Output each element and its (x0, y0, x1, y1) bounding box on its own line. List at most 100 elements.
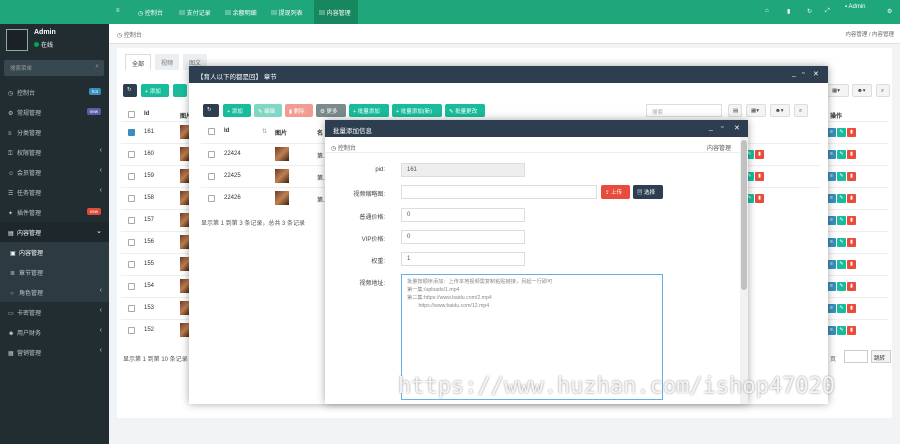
w2-home-link[interactable]: ◷ 控制台 (331, 143, 356, 152)
topnav-dashboard[interactable]: ◷ 控制台 (134, 0, 169, 24)
sidebar-search-input[interactable]: 搜索菜单 ⌕ (4, 60, 104, 76)
row-checkbox[interactable] (128, 173, 135, 180)
tab-home[interactable]: ◷ 控制台 (117, 30, 142, 39)
page-number-input[interactable] (844, 350, 868, 363)
topnav-balance[interactable]: ▤ 余额明细 (221, 0, 263, 24)
sidebar-item-6[interactable]: ✦ 插件管理 new (0, 202, 109, 222)
upload-button[interactable]: ⇪ 上传 (601, 185, 630, 199)
w1-view-toggle[interactable]: ▤ (728, 104, 742, 117)
w1-col-id[interactable]: Id (224, 128, 229, 134)
choose-button[interactable]: ▤ 选择 (633, 185, 663, 199)
sidebar-item-4[interactable]: ☺ 会员管理 ‹ (0, 162, 109, 182)
list-icon[interactable]: ≡ (827, 304, 836, 313)
fullscreen-icon[interactable]: ⤢ (825, 0, 830, 24)
tab-all[interactable]: 全部 (125, 54, 151, 70)
sidebar-item-1[interactable]: ⚙ 常规管理 new (0, 102, 109, 122)
topnav-withdraw[interactable]: ▤ 提现列表 (267, 0, 309, 24)
sidebar-item-5[interactable]: ☰ 任务管理 ‹ (0, 182, 109, 202)
w1-refresh-button[interactable]: ↻ (203, 104, 219, 117)
normal-price-input[interactable]: 0 (401, 208, 525, 222)
add-button[interactable]: + 添加 (141, 84, 169, 97)
list-icon[interactable]: ≡ (827, 128, 836, 137)
row-checkbox[interactable] (208, 151, 215, 158)
delete-icon[interactable]: ▮ (847, 216, 856, 225)
list-icon[interactable]: ≡ (827, 150, 836, 159)
pid-field[interactable]: 161 (401, 163, 525, 177)
delete-icon[interactable]: ▮ (847, 172, 856, 181)
edit-icon[interactable]: ✎ (837, 150, 846, 159)
sidebar-item-7[interactable]: ▤ 内容管理 ⌄ (0, 222, 109, 242)
row-checkbox[interactable] (128, 261, 135, 268)
w1-batch-add-new-button[interactable]: + 批量添加(新) (392, 104, 442, 117)
refresh-icon[interactable]: ↻ (807, 0, 812, 24)
maximize-icon[interactable]: ▫ (802, 70, 804, 77)
delete-icon[interactable]: ▮ (847, 304, 856, 313)
delete-icon[interactable]: ▮ (847, 238, 856, 247)
sidebar-item-3[interactable]: ⚿ 权限管理 ‹ (0, 142, 109, 162)
list-icon[interactable]: ≡ (827, 326, 836, 335)
topnav-content[interactable]: ▤ 内容管理 (314, 0, 358, 24)
edit-icon[interactable]: ✎ (837, 260, 846, 269)
w1-edit-button[interactable]: ✎ 编辑 (254, 104, 282, 117)
row-checkbox[interactable] (128, 327, 135, 334)
row-checkbox[interactable] (128, 239, 135, 246)
sidebar-item-11[interactable]: ▭ 卡密管理 ‹ (0, 302, 109, 322)
topnav-user[interactable]: ▪ Admin (845, 0, 866, 24)
row-checkbox[interactable] (128, 217, 135, 224)
list-icon[interactable]: ≡ (827, 216, 836, 225)
sidebar-item-13[interactable]: ▦ 营销管理 ‹ (0, 342, 109, 362)
delete-icon[interactable]: ▮ (847, 194, 856, 203)
sort-icon[interactable]: ⇅ (262, 128, 267, 135)
sidebar-item-8[interactable]: ▣ 内容管理 (0, 242, 109, 262)
w1-batch-add-button[interactable]: + 批量添加 (349, 104, 389, 117)
select-all-checkbox[interactable] (128, 111, 135, 118)
edit-icon[interactable]: ✎ (837, 194, 846, 203)
delete-icon[interactable]: ▮ (847, 150, 856, 159)
row-checkbox[interactable] (128, 195, 135, 202)
w1-more-button[interactable]: ⚙ 更多 (316, 104, 346, 117)
row-checkbox[interactable] (208, 173, 215, 180)
close-icon[interactable]: ✕ (813, 70, 819, 78)
sidebar-item-12[interactable]: ☻ 用户财务 ‹ (0, 322, 109, 342)
delete-icon[interactable]: ▮ (755, 150, 764, 159)
list-icon[interactable]: ≡ (827, 260, 836, 269)
w1-select-all-checkbox[interactable] (208, 128, 215, 135)
delete-icon[interactable]: ▮ (847, 260, 856, 269)
row-checkbox[interactable] (128, 283, 135, 290)
w1-add-button[interactable]: + 添加 (223, 104, 251, 117)
home-icon[interactable]: ⌂ (765, 0, 769, 24)
w1-columns-toggle[interactable]: ▦▾ (746, 104, 766, 117)
edit-icon[interactable]: ✎ (837, 282, 846, 291)
close-icon[interactable]: ✕ (734, 124, 740, 132)
export-toggle[interactable]: ☻▾ (852, 84, 872, 97)
list-icon[interactable]: ≡ (827, 238, 836, 247)
batch-add-window-header[interactable]: 批量添加信息 (325, 120, 748, 137)
delete-icon[interactable]: ▮ (847, 326, 856, 335)
goto-button[interactable]: 跳转 (871, 350, 891, 363)
minimize-icon[interactable]: _ (792, 70, 796, 77)
list-icon[interactable]: ≡ (827, 172, 836, 181)
col-id[interactable]: Id (144, 111, 149, 117)
list-icon[interactable]: ≡ (827, 194, 836, 203)
edit-icon[interactable]: ✎ (837, 304, 846, 313)
tab-video[interactable]: 视频 (155, 54, 179, 70)
delete-icon[interactable]: ▮ (755, 172, 764, 181)
edit-icon[interactable]: ✎ (837, 326, 846, 335)
edit-icon[interactable]: ✎ (837, 216, 846, 225)
weight-input[interactable]: 1 (401, 252, 525, 266)
w1-delete-button[interactable]: ▮ 删除 (285, 104, 313, 117)
sidebar-item-9[interactable]: ≣ 章节管理 (0, 262, 109, 282)
refresh-button[interactable]: ↻ (123, 84, 137, 97)
sidebar-item-2[interactable]: ≡ 分类管理 (0, 122, 109, 142)
sidebar-item-10[interactable]: ○ 角色管理 ‹ (0, 282, 109, 302)
edit-icon[interactable]: ✎ (837, 128, 846, 137)
edit-icon[interactable]: ✎ (837, 172, 846, 181)
menu-toggle-icon[interactable]: ≡ (116, 0, 120, 24)
edit-icon[interactable]: ✎ (837, 238, 846, 247)
w1-export-toggle[interactable]: ☻▾ (770, 104, 790, 117)
sidebar-item-0[interactable]: ◷ 控制台 hot (0, 82, 109, 102)
delete-icon[interactable]: ▮ (847, 282, 856, 291)
row-checkbox[interactable] (208, 195, 215, 202)
w1-search-input[interactable]: 搜索 (646, 104, 722, 117)
w2-scrollbar-thumb[interactable] (741, 140, 747, 290)
